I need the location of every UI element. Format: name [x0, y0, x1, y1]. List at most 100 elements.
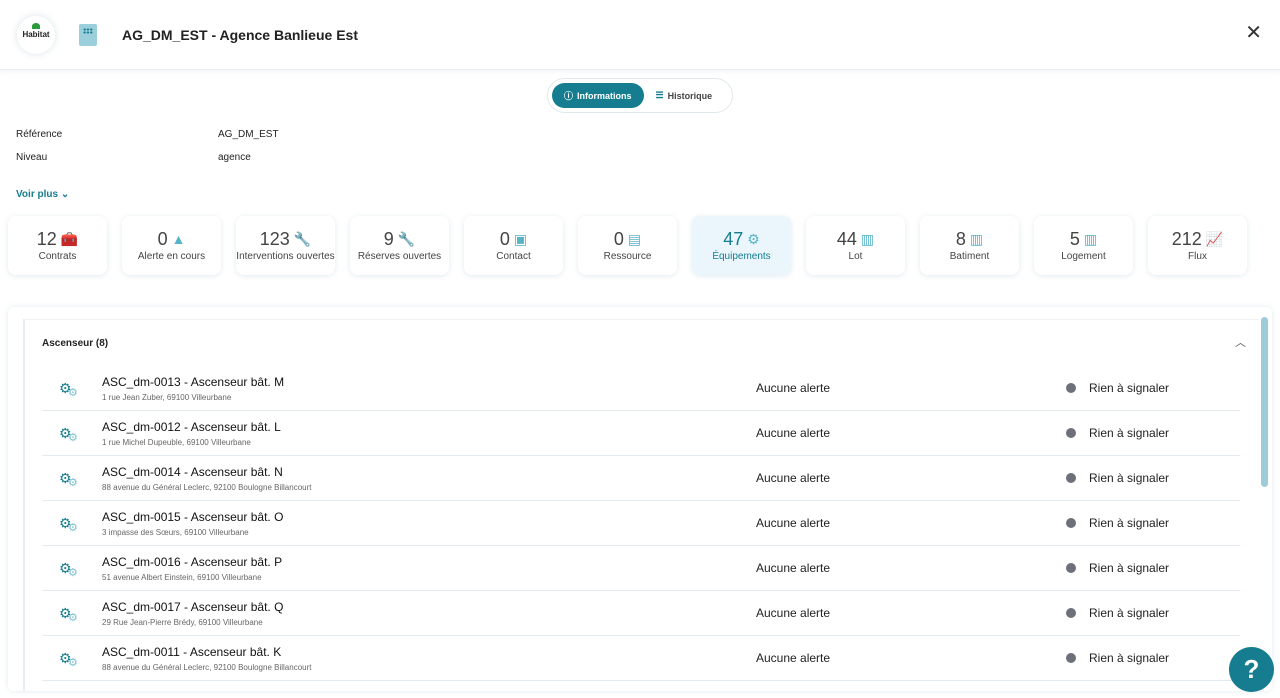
count-value: 0 — [499, 228, 510, 249]
voir-plus-button[interactable]: Voir plus ⌄ — [16, 189, 1280, 200]
item-name: ASC_dm-0016 - Ascenseur bât. P — [102, 554, 283, 569]
card-label: Alerte en cours — [137, 250, 206, 262]
building-icon — [79, 23, 97, 46]
logo: Habitat — [17, 16, 55, 54]
property-value: agence — [218, 152, 251, 163]
card-label: Flux — [1188, 250, 1207, 262]
list-item[interactable]: ⚙ ⚙ ASC_dm-0015 - Ascenseur bât. O 3 impass… — [42, 501, 1240, 546]
card-batiment[interactable]: 8 ▥ Batiment — [920, 216, 1019, 275]
chevron-up-icon[interactable]: ︿ — [1235, 334, 1246, 350]
group-ascenseur: Ascenseur (8) ︿ ⚙ ⚙ ASC_dm-0013 - Ascenseu… — [23, 319, 1258, 691]
card-ressource[interactable]: 0 ▤ Ressource — [578, 216, 677, 275]
card-count: 12 🧰 — [37, 229, 78, 250]
card-alerte-en-cours[interactable]: 0 ▲ Alerte en cours — [122, 216, 221, 275]
card-count: 212 📈 — [1172, 229, 1223, 250]
card-label: Équipements — [712, 250, 771, 262]
group-title: Ascenseur (8) — [42, 337, 109, 349]
equipment-panel: Ascenseur (8) ︿ ⚙ ⚙ ASC_dm-0013 - Ascenseu… — [8, 307, 1272, 691]
item-address: 1 rue Jean Zuber, 69100 Villeurbane — [102, 392, 232, 402]
item-name: ASC_dm-0014 - Ascenseur bât. N — [102, 464, 283, 479]
gears-icon: ⚙ ⚙ — [59, 379, 78, 399]
list-item[interactable]: ⚙ ⚙ ASC_dm-0013 - Ascenseur bât. M 1 rue Je… — [42, 366, 1240, 411]
card-count: 5 ▥ — [1070, 229, 1097, 250]
count-value: 12 — [36, 228, 57, 249]
count-value: 123 — [259, 228, 290, 249]
scrollbar[interactable] — [1261, 317, 1268, 487]
status-dot — [1066, 428, 1076, 438]
tab-label: Historique — [667, 90, 713, 101]
card-équipements[interactable]: 47 ⚙ Équipements — [692, 216, 791, 275]
toolbox-icon: 🧰 — [60, 230, 79, 247]
chart-line-icon: 📈 — [1205, 230, 1224, 247]
status-label: Rien à signaler — [1089, 426, 1170, 440]
card-logement[interactable]: 5 ▥ Logement — [1034, 216, 1133, 275]
item-alert: Aucune alerte — [756, 426, 831, 440]
card-réserves-ouvertes[interactable]: 9 🔧 Réserves ouvertes — [350, 216, 449, 275]
file-icon: ▤ — [627, 230, 642, 247]
item-name: ASC_dm-0012 - Ascenseur bât. L — [102, 419, 281, 434]
tab-historique[interactable]: ☰ Historique — [644, 83, 725, 108]
item-alert: Aucune alerte — [756, 651, 831, 665]
help-button[interactable]: ? — [1229, 647, 1274, 692]
item-name: ASC_dm-0017 - Ascenseur bât. Q — [102, 599, 284, 614]
status-label: Rien à signaler — [1089, 606, 1170, 620]
card-contact[interactable]: 0 ▣ Contact — [464, 216, 563, 275]
item-status: Rien à signaler — [1066, 471, 1169, 485]
tab-informations[interactable]: ⓘ Informations — [552, 83, 644, 108]
count-value: 47 — [723, 228, 744, 249]
item-address: 29 Rue Jean-Pierre Brédy, 69100 Villeurb… — [102, 617, 263, 627]
card-count: 8 ▥ — [956, 229, 983, 250]
property-label: Référence — [16, 129, 63, 140]
card-count: 0 ▣ — [500, 229, 527, 250]
card-label: Ressource — [603, 250, 652, 262]
property-value: AG_DM_EST — [218, 129, 279, 140]
card-contrats[interactable]: 12 🧰 Contrats — [8, 216, 107, 275]
status-dot — [1066, 608, 1076, 618]
item-address: 51 avenue Albert Einstein, 69100 Villeur… — [102, 572, 262, 582]
item-address: 88 avenue du Général Leclerc, 92100 Boul… — [102, 482, 312, 492]
card-count: 9 🔧 — [384, 229, 415, 250]
status-label: Rien à signaler — [1089, 381, 1170, 395]
stat-cards: 12 🧰 Contrats 0 ▲ Alerte en cours 123 🔧 Interven… — [0, 200, 1280, 275]
card-count: 44 ▥ — [837, 229, 874, 250]
card-count: 0 ▤ — [614, 229, 641, 250]
item-alert: Aucune alerte — [756, 516, 831, 530]
count-value: 8 — [955, 228, 966, 249]
status-label: Rien à signaler — [1089, 651, 1170, 665]
item-status: Rien à signaler — [1066, 381, 1169, 395]
card-count: 0 ▲ — [158, 229, 186, 250]
card-interventions-ouvertes[interactable]: 123 🔧 Interventions ouvertes — [236, 216, 335, 275]
close-icon[interactable]: ✕ — [1245, 20, 1262, 45]
card-label: Batiment — [949, 250, 990, 262]
building-icon: ▥ — [969, 230, 984, 247]
list-item[interactable]: ⚙ ⚙ ASC_dm-0011 - Ascenseur bât. K 88 avenu… — [42, 636, 1240, 681]
item-address: 88 avenue du Général Leclerc, 92100 Boul… — [102, 662, 312, 672]
list-item[interactable]: ⚙ ⚙ ASC_dm-0017 - Ascenseur bât. Q 29 Rue J… — [42, 591, 1240, 636]
page-title: AG_DM_EST - Agence Banlieue Est — [122, 26, 358, 43]
list-item[interactable]: ⚙ ⚙ ASC_dm-0016 - Ascenseur bât. P 51 avenu… — [42, 546, 1240, 591]
tab-label: Informations — [577, 90, 632, 101]
wrench-icon: 🔧 — [293, 230, 312, 247]
gears-icon: ⚙ ⚙ — [59, 469, 78, 489]
list-item[interactable]: ⚙ ⚙ ASC_dm-0014 - Ascenseur bât. N 88 avenu… — [42, 456, 1240, 501]
item-name: ASC_dm-0013 - Ascenseur bât. M — [102, 374, 285, 389]
count-value: 9 — [383, 228, 394, 249]
item-alert: Aucune alerte — [756, 606, 831, 620]
group-header[interactable]: Ascenseur (8) — [25, 320, 1258, 366]
count-value: 44 — [836, 228, 857, 249]
voir-plus-label: Voir plus — [16, 189, 59, 200]
item-name: ASC_dm-0011 - Ascenseur bât. K — [102, 644, 282, 659]
properties: Référence AG_DM_EST Niveau agence — [16, 123, 1280, 169]
item-status: Rien à signaler — [1066, 606, 1169, 620]
list-item[interactable]: ⚙ ⚙ ASC_dm-0012 - Ascenseur bât. L 1 rue Mi… — [42, 411, 1240, 456]
card-flux[interactable]: 212 📈 Flux — [1148, 216, 1247, 275]
status-label: Rien à signaler — [1089, 471, 1170, 485]
gears-icon: ⚙ — [747, 230, 760, 247]
item-alert: Aucune alerte — [756, 381, 831, 395]
status-dot — [1066, 653, 1076, 663]
property-reference: Référence AG_DM_EST — [16, 123, 1280, 146]
card-lot[interactable]: 44 ▥ Lot — [806, 216, 905, 275]
item-address: 1 rue Michel Dupeuble, 69100 Villeurbane — [102, 437, 251, 447]
header: Habitat AG_DM_EST - Agence Banlieue Est … — [0, 0, 1280, 70]
card-count: 47 ⚙ — [723, 229, 760, 250]
